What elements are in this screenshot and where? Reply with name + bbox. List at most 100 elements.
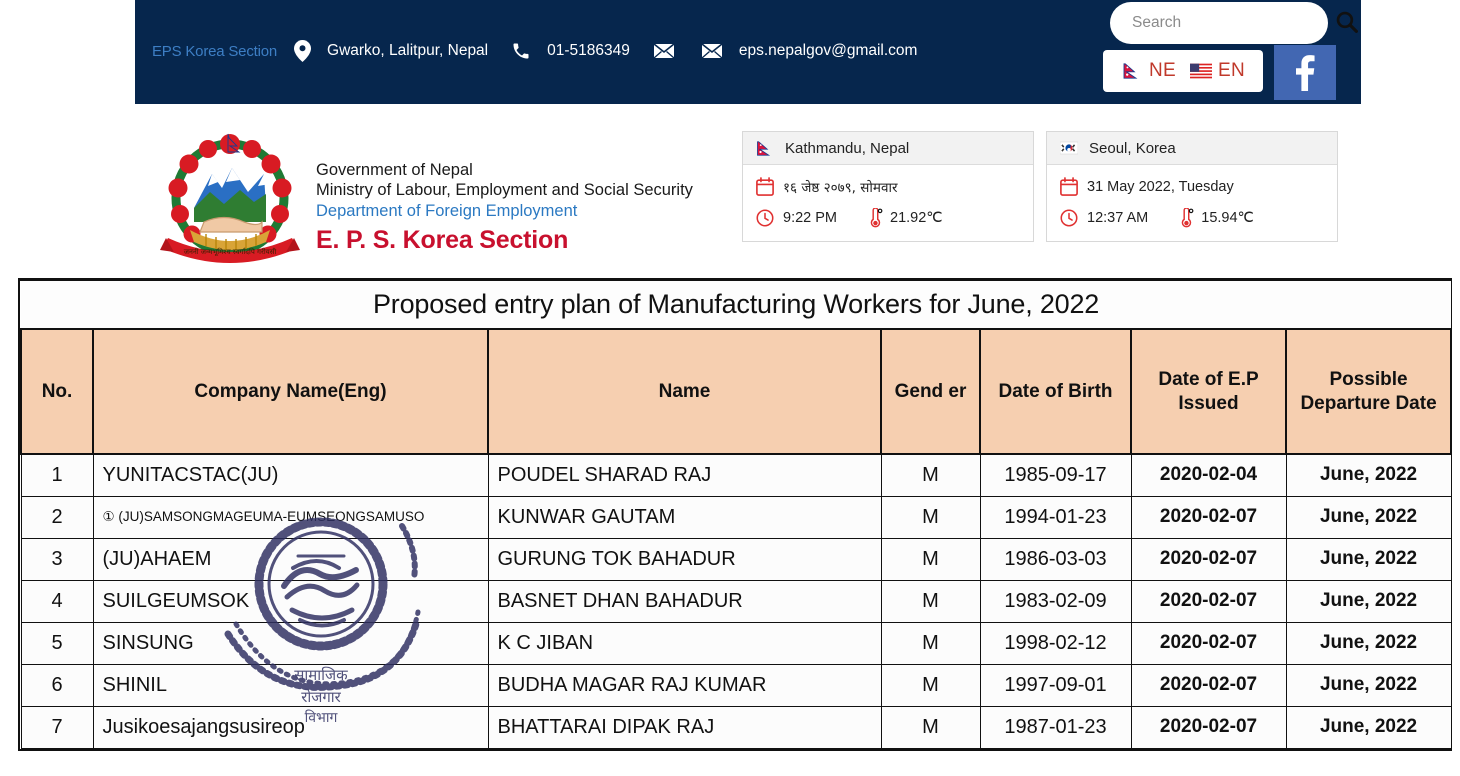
cell-gender: M xyxy=(880,621,981,665)
cell-name: BHATTARAI DIPAK RAJ xyxy=(487,705,882,749)
cell-dob: 1998-02-12 xyxy=(979,621,1132,665)
panel-kathmandu-time: 9:22 PM xyxy=(783,210,837,226)
worker-entry-plan-sheet: Proposed entry plan of Manufacturing Wor… xyxy=(18,278,1453,751)
cell-gender: M xyxy=(880,663,981,707)
korea-flag-icon xyxy=(1060,141,1078,155)
location-pin-icon xyxy=(294,40,312,62)
cell-gender: M xyxy=(880,453,981,497)
search-input[interactable] xyxy=(1132,14,1332,32)
thermometer-icon xyxy=(1178,208,1194,228)
brand-line-2: Ministry of Labour, Employment and Socia… xyxy=(316,181,693,200)
cell-name: BASNET DHAN BAHADUR xyxy=(487,579,882,623)
site-label: EPS Korea Section xyxy=(152,42,278,60)
cell-company: Jusikoesajangsusireop xyxy=(92,705,489,749)
svg-text:जननी जन्मभूमिश्च स्वर्गादपि गर: जननी जन्मभूमिश्च स्वर्गादपि गरीयसी xyxy=(184,247,277,256)
worker-entry-plan-table: Proposed entry plan of Manufacturing Wor… xyxy=(20,281,1453,749)
envelope-icon-1 xyxy=(652,43,675,59)
panel-kathmandu: Kathmandu, Nepal १६ जेष्ठ २०७९, सोमवार 9… xyxy=(742,131,1034,242)
brand-line-3: Department of Foreign Employment xyxy=(316,202,578,221)
panel-kathmandu-date: १६ जेष्ठ २०७९, सोमवार xyxy=(783,179,898,196)
cell-company: SHINIL xyxy=(92,663,489,707)
cell-no: 6 xyxy=(20,663,94,707)
phone-icon xyxy=(511,41,531,61)
panel-seoul-header: Seoul, Korea xyxy=(1047,132,1337,165)
clock-icon xyxy=(1060,209,1078,227)
search-icon[interactable] xyxy=(1332,9,1361,37)
table-row: 1 YUNITACSTAC(JU) POUDEL SHARAD RAJ M 1985-0… xyxy=(20,453,1452,497)
cell-no: 1 xyxy=(20,453,94,497)
table-row: 3 (JU)AHAEM GURUNG TOK BAHADUR M 1986-03-03 2… xyxy=(20,537,1452,581)
cell-no: 3 xyxy=(20,537,94,581)
cell-departure: June, 2022 xyxy=(1285,579,1452,623)
cell-name: KUNWAR GAUTAM xyxy=(487,495,882,539)
panel-seoul-temperature: 15.94℃ xyxy=(1201,210,1254,226)
table-header-row: No. Company Name(Eng) Name Gend er Date … xyxy=(20,328,1453,455)
panel-kathmandu-time-row: 9:22 PM 21.92℃ xyxy=(756,208,1020,228)
cell-no: 4 xyxy=(20,579,94,623)
cell-departure: June, 2022 xyxy=(1285,495,1452,539)
usa-flag-icon xyxy=(1190,63,1212,79)
panel-seoul-date: 31 May 2022, Tuesday xyxy=(1087,178,1234,195)
panel-kathmandu-temperature: 21.92℃ xyxy=(890,210,943,226)
cell-departure: June, 2022 xyxy=(1285,453,1452,497)
panel-seoul-date-row: 31 May 2022, Tuesday xyxy=(1060,177,1324,196)
cell-dob: 1983-02-09 xyxy=(979,579,1132,623)
thermometer-icon xyxy=(867,208,883,228)
cell-ep-issued: 2020-02-07 xyxy=(1130,621,1287,665)
cell-company: SINSUNG xyxy=(92,621,489,665)
cell-name: GURUNG TOK BAHADUR xyxy=(487,537,882,581)
facebook-icon xyxy=(1296,54,1315,91)
table-body: 1 YUNITACSTAC(JU) POUDEL SHARAD RAJ M 1985-0… xyxy=(20,453,1452,749)
datetime-weather-panels: Kathmandu, Nepal १६ जेष्ठ २०७९, सोमवार 9… xyxy=(742,131,1338,242)
cell-no: 7 xyxy=(20,705,94,749)
cell-dob: 1986-03-03 xyxy=(979,537,1132,581)
column-header-name: Name xyxy=(487,328,882,455)
panel-seoul: Seoul, Korea 31 May 2022, Tuesday 12:37 … xyxy=(1046,131,1338,242)
facebook-link[interactable] xyxy=(1274,45,1336,100)
search-box[interactable] xyxy=(1110,2,1358,44)
cell-gender: M xyxy=(880,579,981,623)
cell-departure: June, 2022 xyxy=(1285,621,1452,665)
cell-departure: June, 2022 xyxy=(1285,663,1452,707)
cell-ep-issued: 2020-02-07 xyxy=(1130,663,1287,707)
email-text: eps.nepalgov@gmail.com xyxy=(738,42,918,59)
phone-text: 01-5186349 xyxy=(547,42,630,59)
column-header-no: No. xyxy=(20,328,94,455)
cell-ep-issued: 2020-02-07 xyxy=(1130,705,1287,749)
nepal-flag-icon xyxy=(756,140,774,157)
brand-line-4: E. P. S. Korea Section xyxy=(316,226,569,255)
cell-dob: 1994-01-23 xyxy=(979,495,1132,539)
cell-dob: 1997-09-01 xyxy=(979,663,1132,707)
table-row: 4 SUILGEUMSOK BASNET DHAN BAHADUR M 1983-02-… xyxy=(20,579,1452,623)
panel-kathmandu-title: Kathmandu, Nepal xyxy=(785,139,910,157)
clock-icon xyxy=(756,209,774,227)
column-header-dob: Date of Birth xyxy=(979,328,1132,455)
cell-name: POUDEL SHARAD RAJ xyxy=(487,453,882,497)
table-row: 2① (JU)SAMSONGMAGEUMA-EUMSEONGSAMUSO KUNW… xyxy=(20,495,1452,539)
panel-seoul-title: Seoul, Korea xyxy=(1089,139,1176,157)
calendar-icon xyxy=(756,177,774,196)
language-option-en[interactable]: EN xyxy=(1190,60,1245,82)
cell-company: (JU)AHAEM xyxy=(92,537,489,581)
table-row: 5 SINSUNG K C JIBAN M 1998-02-12 2020-02-07 Ju… xyxy=(20,621,1452,665)
language-label-ne: NE xyxy=(1149,60,1176,81)
cell-gender: M xyxy=(880,495,981,539)
language-option-ne[interactable]: NE xyxy=(1121,60,1176,82)
brand-line-1: Government of Nepal xyxy=(316,161,473,179)
cell-name: K C JIBAN xyxy=(487,621,882,665)
column-header-company: Company Name(Eng) xyxy=(92,328,489,455)
cell-dob: 1985-09-17 xyxy=(979,453,1132,497)
cell-ep-issued: 2020-02-07 xyxy=(1130,495,1287,539)
column-header-ep-issued: Date of E.P Issued xyxy=(1130,328,1287,455)
cell-ep-issued: 2020-02-07 xyxy=(1130,537,1287,581)
envelope-icon-2 xyxy=(700,43,723,59)
calendar-icon xyxy=(1060,177,1078,196)
language-switcher[interactable]: NE EN xyxy=(1103,50,1263,92)
cell-departure: June, 2022 xyxy=(1285,537,1452,581)
column-header-gender: Gend er xyxy=(880,328,981,455)
panel-kathmandu-header: Kathmandu, Nepal xyxy=(743,132,1033,165)
table-row: 7 Jusikoesajangsusireop BHATTARAI DIPAK RA… xyxy=(20,705,1452,749)
cell-gender: M xyxy=(880,705,981,749)
cell-gender: M xyxy=(880,537,981,581)
cell-ep-issued: 2020-02-07 xyxy=(1130,579,1287,623)
